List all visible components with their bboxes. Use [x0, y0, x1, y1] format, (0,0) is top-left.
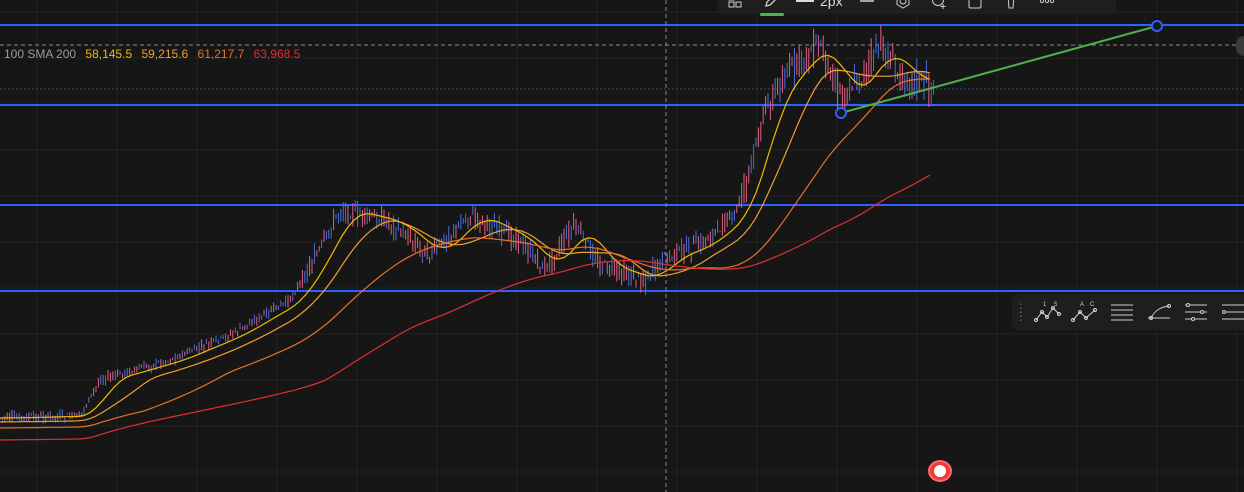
- add-alert-icon[interactable]: [921, 0, 957, 14]
- moving-averages: [0, 54, 931, 441]
- sma-value-1: 58,145.5: [85, 47, 133, 61]
- line-style-icon[interactable]: [849, 0, 885, 14]
- indicator-legend: 100 SMA 200 58,145.5 59,215.6 61,217.7 6…: [4, 47, 306, 61]
- us-flag-icon[interactable]: [928, 460, 952, 482]
- abc-label-a: A: [1080, 302, 1084, 308]
- add-to-favorites-icon[interactable]: [718, 0, 754, 14]
- trend-line-handle-start[interactable]: [835, 107, 847, 119]
- more-icon[interactable]: [1029, 0, 1065, 14]
- fib-extension-icon[interactable]: [1215, 294, 1244, 330]
- elliott-wave-1-5-icon[interactable]: 1 5: [1030, 294, 1067, 330]
- candles: [0, 25, 935, 424]
- sma-value-4: 63,968.5: [253, 47, 301, 61]
- drawing-toolbar: 2px: [718, 0, 1116, 16]
- indicator-label: 100 SMA 200: [4, 47, 77, 61]
- horizontal-lines-icon[interactable]: [1104, 294, 1141, 330]
- wave-label-b: 5: [1054, 302, 1058, 308]
- sma-line-3: [0, 78, 931, 429]
- sma-line-4: [0, 174, 931, 441]
- line-width-icon: [796, 0, 814, 2]
- pattern-toolbar: ⋮ ⋮ 1 5 A C: [1012, 294, 1244, 330]
- wave-label-a: 1: [1043, 302, 1047, 308]
- pencil-color-icon[interactable]: [754, 0, 790, 16]
- price-scale-handle[interactable]: [1236, 36, 1244, 56]
- fib-fan-icon[interactable]: [1141, 294, 1178, 330]
- delete-icon[interactable]: [993, 0, 1029, 14]
- settings-icon[interactable]: [885, 0, 921, 14]
- lock-icon[interactable]: [957, 0, 993, 14]
- line-width-label: 2px: [820, 0, 843, 9]
- horizontal-lines[interactable]: [0, 24, 1244, 292]
- trend-line-handle-end[interactable]: [1151, 20, 1163, 32]
- price-chart[interactable]: [0, 0, 1244, 492]
- sma-value-2: 59,215.6: [141, 47, 189, 61]
- sma-value-3: 61,217.7: [197, 47, 245, 61]
- fib-levels-icon[interactable]: [1178, 294, 1215, 330]
- abc-label-c: C: [1090, 302, 1095, 308]
- line-width-button[interactable]: 2px: [790, 0, 849, 9]
- drag-handle-icon[interactable]: ⋮ ⋮: [1012, 302, 1030, 322]
- chart-grid: [0, 0, 1244, 492]
- abc-wave-icon[interactable]: A C: [1067, 294, 1104, 330]
- sma-line-1: [0, 54, 931, 419]
